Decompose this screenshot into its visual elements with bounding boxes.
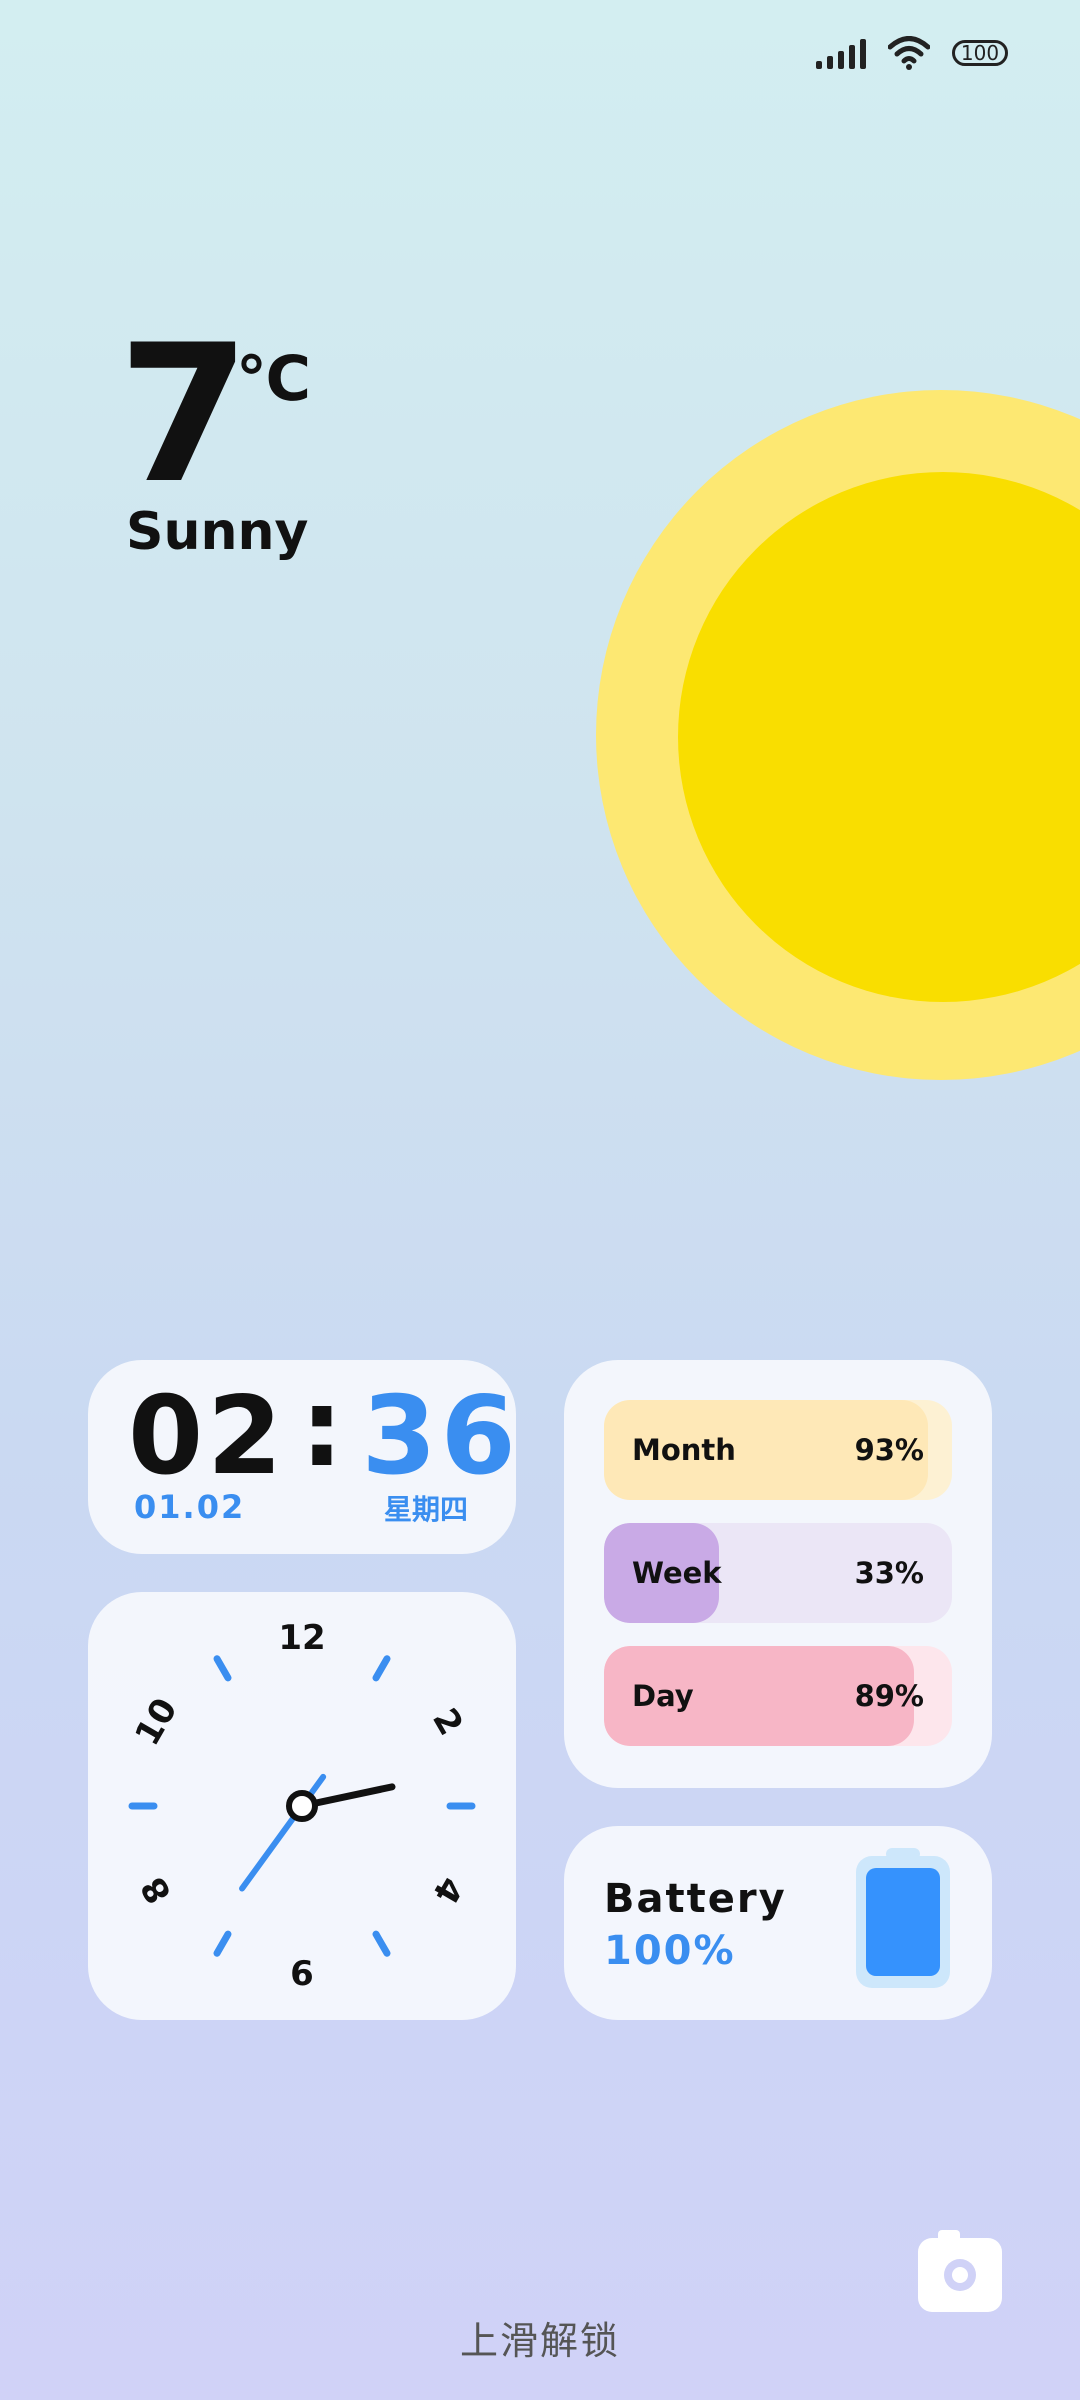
lock-screen: 100 7 ℃ Sunny 02 : 36 01.02 星期四 12 2 4 6 8 10… — [0, 0, 1080, 2400]
week-percent: 33% — [854, 1556, 924, 1590]
analog-clock-widget[interactable]: 12 2 4 6 8 10 — [88, 1592, 516, 2020]
clock-numeral-2: 2 — [424, 1702, 470, 1743]
status-bar: 100 — [816, 36, 1008, 70]
temperature[interactable]: 7 — [118, 320, 250, 510]
battery-level-fill — [866, 1868, 940, 1976]
battery-cap — [886, 1848, 920, 1860]
clock-numeral-10: 10 — [127, 1692, 185, 1753]
clock-minutes: 36 — [361, 1374, 520, 1499]
camera-icon[interactable] — [918, 2230, 1002, 2312]
clock-numeral-4: 4 — [424, 1870, 470, 1911]
battery-icon: 100 — [952, 40, 1008, 66]
clock-numeral-12: 12 — [278, 1618, 325, 1658]
clock-date: 01.02 — [134, 1488, 246, 1526]
clock-weekday: 星期四 — [383, 1493, 468, 1526]
clock-numeral-6: 6 — [290, 1954, 314, 1994]
clock-numeral-8: 8 — [133, 1870, 179, 1911]
month-progress-bar: Month 93% — [604, 1400, 952, 1500]
month-percent: 93% — [854, 1433, 924, 1467]
week-label: Week — [632, 1556, 722, 1590]
clock-tick — [372, 1655, 391, 1682]
clock-tick — [213, 1655, 232, 1682]
digital-time: 02 : 36 — [128, 1369, 520, 1499]
wifi-icon — [888, 36, 930, 70]
camera-lens — [944, 2259, 976, 2291]
swipe-unlock-hint[interactable]: 上滑解锁 — [0, 2310, 1080, 2365]
day-label: Day — [632, 1679, 694, 1713]
clock-separator: : — [300, 1366, 348, 1491]
weather-condition[interactable]: Sunny — [126, 502, 308, 562]
digital-clock-widget[interactable]: 02 : 36 01.02 星期四 — [88, 1360, 516, 1554]
day-percent: 89% — [854, 1679, 924, 1713]
battery-value: 100% — [604, 1928, 736, 1974]
signal-icon — [816, 37, 866, 69]
battery-label: Battery — [604, 1876, 787, 1922]
battery-level-text: 100 — [960, 41, 1000, 65]
clock-center — [286, 1790, 318, 1822]
battery-widget[interactable]: Battery 100% — [564, 1826, 992, 2020]
week-progress-bar: Week 33% — [604, 1523, 952, 1623]
camera-bump — [938, 2230, 960, 2240]
month-label: Month — [632, 1433, 736, 1467]
battery-icon — [856, 1848, 950, 1988]
temperature-unit: ℃ — [236, 342, 312, 415]
analog-clock-face: 12 2 4 6 8 10 — [127, 1618, 476, 1994]
clock-tick — [213, 1930, 232, 1957]
clock-hours: 02 — [128, 1374, 287, 1499]
clock-tick — [372, 1930, 391, 1957]
progress-widget[interactable]: Month 93% Week 33% Day 89% — [564, 1360, 992, 1788]
day-progress-bar: Day 89% — [604, 1646, 952, 1746]
